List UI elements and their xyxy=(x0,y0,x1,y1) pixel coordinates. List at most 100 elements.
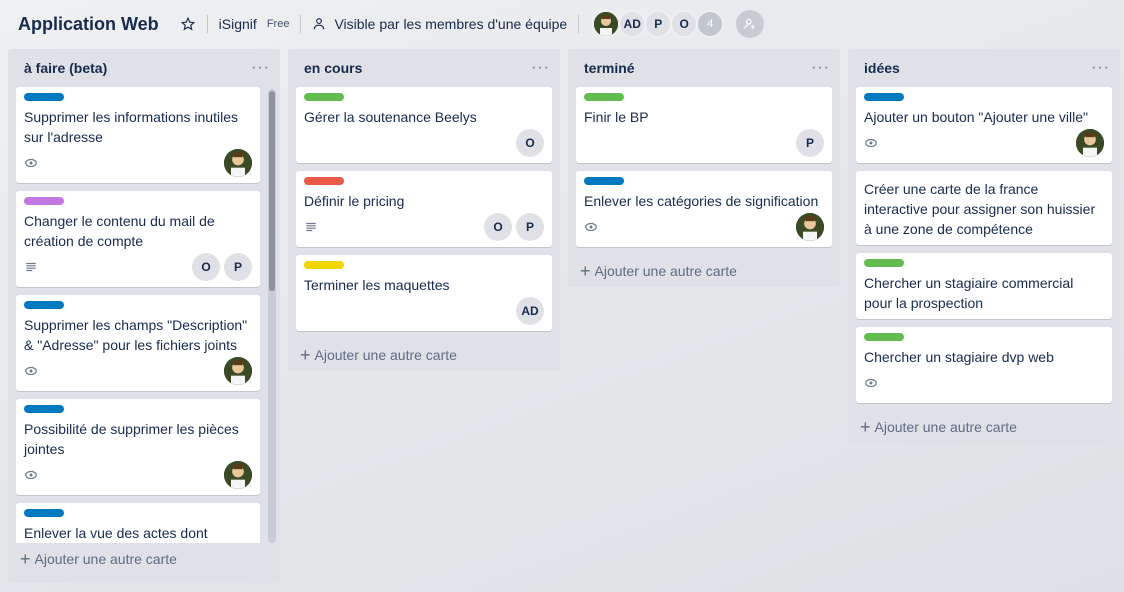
list-en-cours: en cours ··· Gérer la soutenance Beelys … xyxy=(288,49,560,371)
card-member-avatar-photo[interactable] xyxy=(224,357,252,385)
card[interactable]: Changer le contenu du mail de création d… xyxy=(16,191,260,287)
member-avatar[interactable]: O xyxy=(670,10,699,38)
card-label xyxy=(864,259,904,267)
list-title[interactable]: en cours xyxy=(304,60,362,76)
card-title: Enlever les catégories de signification xyxy=(584,193,819,209)
card-title: Ajouter un bouton "Ajouter une ville" xyxy=(864,109,1088,125)
member-avatar[interactable]: P xyxy=(644,10,673,38)
card-member-avatar[interactable]: AD xyxy=(516,297,544,325)
card-member-avatar-photo[interactable] xyxy=(1076,129,1104,157)
card-title: Créer une carte de la france interactive… xyxy=(864,181,1096,237)
card[interactable]: Possibilité de supprimer les pièces join… xyxy=(16,399,260,495)
plus-icon: + xyxy=(580,261,591,281)
card-member-avatar-photo[interactable] xyxy=(224,149,252,177)
card[interactable]: Chercher un stagiaire dvp web xyxy=(856,327,1112,403)
watch-icon xyxy=(25,366,37,376)
add-card-label: Ajouter une autre carte xyxy=(594,263,737,279)
card-title: Chercher un stagiaire dvp web xyxy=(864,349,1054,365)
card-title: Gérer la soutenance Beelys xyxy=(304,109,477,125)
list-a-faire: à faire (beta) ··· Supprimer les informa… xyxy=(8,49,280,583)
board-title[interactable]: Application Web xyxy=(18,14,159,35)
card-title: Changer le contenu du mail de création d… xyxy=(24,213,215,249)
board-members: AD P O 4 xyxy=(592,10,725,38)
list-menu-icon[interactable]: ··· xyxy=(251,60,270,76)
list-scrollbar[interactable] xyxy=(268,89,276,543)
list-title[interactable]: idées xyxy=(864,60,900,76)
add-card-label: Ajouter une autre carte xyxy=(34,551,177,567)
add-card-button[interactable]: + Ajouter une autre carte xyxy=(8,543,280,575)
list-title[interactable]: à faire (beta) xyxy=(24,60,107,76)
card-label xyxy=(304,261,344,269)
add-card-button[interactable]: + Ajouter une autre carte xyxy=(288,339,560,371)
card-label xyxy=(304,93,344,101)
header-divider xyxy=(300,15,302,33)
watch-icon xyxy=(865,378,877,388)
card[interactable]: Enlever la vue des actes dont xyxy=(16,503,260,543)
watch-icon xyxy=(25,470,37,480)
card-member-avatar[interactable]: P xyxy=(224,253,252,281)
card-label xyxy=(24,93,64,101)
card-label xyxy=(864,333,904,341)
card-label xyxy=(864,93,904,101)
plus-icon: + xyxy=(860,417,871,437)
scroll-thumb[interactable] xyxy=(269,91,275,291)
card[interactable]: Chercher un stagiaire commercial pour la… xyxy=(856,253,1112,319)
plan-badge: Free xyxy=(266,18,290,30)
card[interactable]: Ajouter un bouton "Ajouter une ville" xyxy=(856,87,1112,163)
member-overflow-count[interactable]: 4 xyxy=(696,10,725,38)
team-name[interactable]: iSignif xyxy=(219,16,257,32)
card[interactable]: Enlever les catégories de signification xyxy=(576,171,832,247)
plus-icon: + xyxy=(20,549,31,569)
list-termine: terminé ··· Finir le BP P Enlever les ca… xyxy=(568,49,840,287)
card-member-avatar[interactable]: P xyxy=(516,213,544,241)
plus-icon: + xyxy=(300,345,311,365)
card-member-avatar-photo[interactable] xyxy=(224,461,252,489)
description-icon xyxy=(26,262,36,272)
card-member-avatar-photo[interactable] xyxy=(796,213,824,241)
card[interactable]: Gérer la soutenance Beelys O xyxy=(296,87,552,163)
card-member-avatar[interactable]: O xyxy=(192,253,220,281)
card-title: Chercher un stagiaire commercial pour la… xyxy=(864,275,1074,311)
watch-icon xyxy=(585,222,597,232)
card-label xyxy=(24,197,64,205)
card-label xyxy=(584,177,624,185)
list-menu-icon[interactable]: ··· xyxy=(1091,60,1110,76)
card-label xyxy=(584,93,624,101)
list-title[interactable]: terminé xyxy=(584,60,635,76)
team-visibility-icon xyxy=(314,18,325,30)
header-divider xyxy=(578,15,580,33)
header-divider xyxy=(206,15,208,33)
add-card-button[interactable]: + Ajouter une autre carte xyxy=(848,411,1120,443)
member-avatar[interactable]: AD xyxy=(618,10,647,38)
card-member-avatar[interactable]: P xyxy=(796,129,824,157)
description-icon xyxy=(306,222,316,232)
card-member-avatar[interactable]: O xyxy=(516,129,544,157)
board-header: Application Web iSignif Free Visible par… xyxy=(0,0,1124,48)
card[interactable]: Supprimer les champs "Description" & "Ad… xyxy=(16,295,260,391)
star-icon[interactable] xyxy=(180,16,196,32)
watch-icon xyxy=(865,138,877,148)
card[interactable]: Terminer les maquettes AD xyxy=(296,255,552,331)
add-card-label: Ajouter une autre carte xyxy=(314,347,457,363)
member-avatar-photo[interactable] xyxy=(592,10,621,38)
card[interactable]: Définir le pricing O P xyxy=(296,171,552,247)
card[interactable]: Supprimer les informations inutiles sur … xyxy=(16,87,260,183)
visibility-button[interactable]: Visible par les membres d'une équipe xyxy=(312,16,567,32)
card-title: Finir le BP xyxy=(584,109,649,125)
card-label xyxy=(304,177,344,185)
card[interactable]: Finir le BP P xyxy=(576,87,832,163)
card-member-avatar[interactable]: O xyxy=(484,213,512,241)
invite-member-button[interactable] xyxy=(736,10,765,38)
card-label xyxy=(24,405,64,413)
list-menu-icon[interactable]: ··· xyxy=(531,60,550,76)
card-title: Supprimer les informations inutiles sur … xyxy=(24,109,238,145)
watch-icon xyxy=(25,158,37,168)
card-title: Enlever la vue des actes dont xyxy=(24,525,208,541)
card[interactable]: Créer une carte de la france interactive… xyxy=(856,171,1112,245)
card-label xyxy=(24,509,64,517)
card-title: Définir le pricing xyxy=(304,193,405,209)
card-title: Supprimer les champs "Description" & "Ad… xyxy=(24,317,248,353)
list-idees: idées ··· Ajouter un bouton "Ajouter une… xyxy=(848,49,1120,443)
list-menu-icon[interactable]: ··· xyxy=(811,60,830,76)
add-card-button[interactable]: + Ajouter une autre carte xyxy=(568,255,840,287)
